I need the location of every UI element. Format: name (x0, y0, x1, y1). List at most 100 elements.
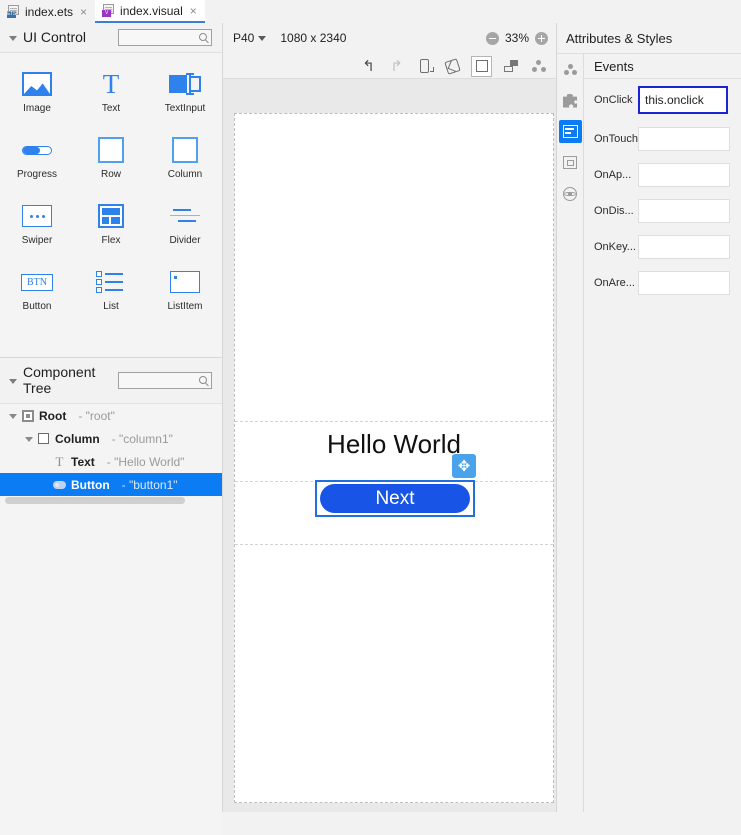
tab-index-ets[interactable]: ETS index.ets × (0, 0, 95, 23)
left-panel: UI Control Image T Text TextInput Progre… (0, 23, 223, 835)
chevron-down-icon[interactable] (6, 374, 20, 388)
onclick-input[interactable]: this.onclick (638, 86, 728, 114)
row-icon (94, 133, 128, 167)
ontouch-input[interactable] (638, 127, 730, 151)
palette-item-column[interactable]: Column (148, 133, 222, 199)
phone-rotate-icon[interactable] (415, 57, 434, 76)
palette-item-flex[interactable]: Flex (74, 199, 148, 265)
push-layout-icon[interactable] (501, 57, 520, 76)
square-frame-icon[interactable] (471, 55, 492, 77)
events-card-icon[interactable] (558, 120, 582, 143)
tab-label: index.ets (25, 4, 74, 19)
palette-item-swiper[interactable]: Swiper (0, 199, 74, 265)
ondisappear-input[interactable] (638, 199, 730, 223)
tree-row-label: Text (71, 454, 95, 469)
attributes-styles-title: Attributes & Styles (557, 23, 741, 54)
onkey-input[interactable] (638, 235, 730, 259)
event-label: OnDis... (594, 205, 634, 217)
event-row-onareachange: OnAre... (584, 265, 741, 301)
scrollbar-thumb[interactable] (5, 497, 185, 504)
canvas-toolbar-row-device: P40 1080 x 2340 33% (223, 23, 556, 53)
button-node-icon (52, 478, 67, 492)
component-tree-horizontal-scrollbar[interactable] (0, 496, 222, 505)
right-panel: Attributes & Styles Events OnClick this.… (556, 23, 741, 812)
preview-text-hello-world[interactable]: Hello World (235, 429, 553, 460)
event-row-ondisappear: OnDis... (584, 193, 741, 229)
preview-button-selection[interactable]: Next (315, 480, 475, 517)
palette-row: BTN Button List ListItem (0, 265, 222, 331)
palette-item-progress[interactable]: Progress (0, 133, 74, 199)
events-section: Events OnClick this.onclick OnTouch OnAp… (584, 54, 741, 812)
palette-item-label: Column (167, 169, 203, 180)
tab-index-visual[interactable]: V index.visual × (95, 0, 205, 23)
tree-row-button[interactable]: Button - "button1" (0, 473, 222, 496)
image-icon (20, 67, 54, 101)
event-row-onkey: OnKey... (584, 229, 741, 265)
palette-item-label: List (103, 301, 119, 312)
onareachange-input[interactable] (638, 271, 730, 295)
progress-icon (20, 133, 54, 167)
ui-control-search-input[interactable] (118, 29, 212, 46)
button-glyph-text: BTN (21, 273, 53, 291)
zoom-out-button[interactable] (485, 31, 499, 45)
right-panel-icon-strip (557, 54, 584, 812)
frame-icon[interactable] (559, 151, 582, 174)
palette-item-textinput[interactable]: TextInput (148, 67, 222, 133)
editor-tab-bar: ETS index.ets × V index.visual × (0, 0, 741, 24)
undo-button[interactable]: ↰ (359, 57, 378, 76)
palette-item-label: Divider (169, 235, 201, 246)
root-icon (20, 409, 35, 423)
chevron-down-icon[interactable] (22, 432, 36, 446)
palette-item-label: ListItem (167, 301, 203, 312)
device-preview[interactable]: Hello World Next ✥ (234, 113, 554, 803)
search-icon (199, 376, 207, 384)
chevron-down-icon[interactable] (6, 31, 20, 45)
palette-row: Image T Text TextInput (0, 67, 222, 133)
palette-item-list[interactable]: List (74, 265, 148, 331)
palette-item-image[interactable]: Image (0, 67, 74, 133)
chevron-down-icon (258, 35, 267, 41)
button-icon: BTN (20, 265, 54, 299)
palette-item-text[interactable]: T Text (74, 67, 148, 133)
tree-row-root[interactable]: Root - "root" (0, 404, 222, 427)
onappear-input[interactable] (638, 163, 730, 187)
zoom-in-button[interactable] (535, 31, 548, 45)
rotate-icon[interactable] (443, 57, 462, 76)
right-panel-body: Events OnClick this.onclick OnTouch OnAp… (557, 54, 741, 812)
palette-item-divider[interactable]: Divider (148, 199, 222, 265)
puzzle-icon[interactable] (559, 89, 582, 112)
tree-row-note: - "button1" (121, 477, 178, 492)
layout-guide (235, 544, 553, 545)
preview-button-next[interactable]: Next (320, 484, 470, 513)
tree-row-text[interactable]: T Text - "Hello World" (0, 450, 222, 473)
palette-item-label: Row (100, 169, 121, 180)
tree-row-label: Column (55, 431, 100, 446)
move-handle-icon[interactable]: ✥ (452, 454, 476, 478)
design-canvas[interactable]: Hello World Next ✥ (223, 79, 556, 812)
component-tree-search-input[interactable] (118, 372, 212, 389)
text-node-icon: T (55, 453, 64, 469)
canvas-toolbar-row-actions: ↰ ↱ (223, 53, 556, 79)
chevron-down-icon[interactable] (6, 409, 20, 423)
components-icon[interactable] (559, 58, 582, 81)
events-header: Events (584, 54, 741, 79)
palette-item-button[interactable]: BTN Button (0, 265, 74, 331)
event-label: OnAp... (594, 169, 632, 181)
palette-item-label: Button (22, 301, 52, 312)
tree-row-column[interactable]: Column - "column1" (0, 427, 222, 450)
column-icon (168, 133, 202, 167)
column-node-icon (36, 432, 51, 446)
node-tree-icon[interactable] (529, 57, 548, 76)
palette-item-row[interactable]: Row (74, 133, 148, 199)
event-row-onclick: OnClick this.onclick (584, 79, 741, 121)
device-selector[interactable]: P40 (233, 31, 267, 45)
redo-button[interactable]: ↱ (387, 57, 406, 76)
palette-item-label: Swiper (21, 235, 53, 246)
close-icon[interactable]: × (190, 5, 197, 17)
ui-control-header: UI Control (0, 23, 222, 52)
tree-row-note: - "root" (78, 408, 115, 423)
tree-row-label: Button (71, 477, 110, 492)
palette-item-listitem[interactable]: ListItem (148, 265, 222, 331)
atom-icon[interactable] (559, 182, 582, 205)
close-icon[interactable]: × (80, 6, 87, 18)
